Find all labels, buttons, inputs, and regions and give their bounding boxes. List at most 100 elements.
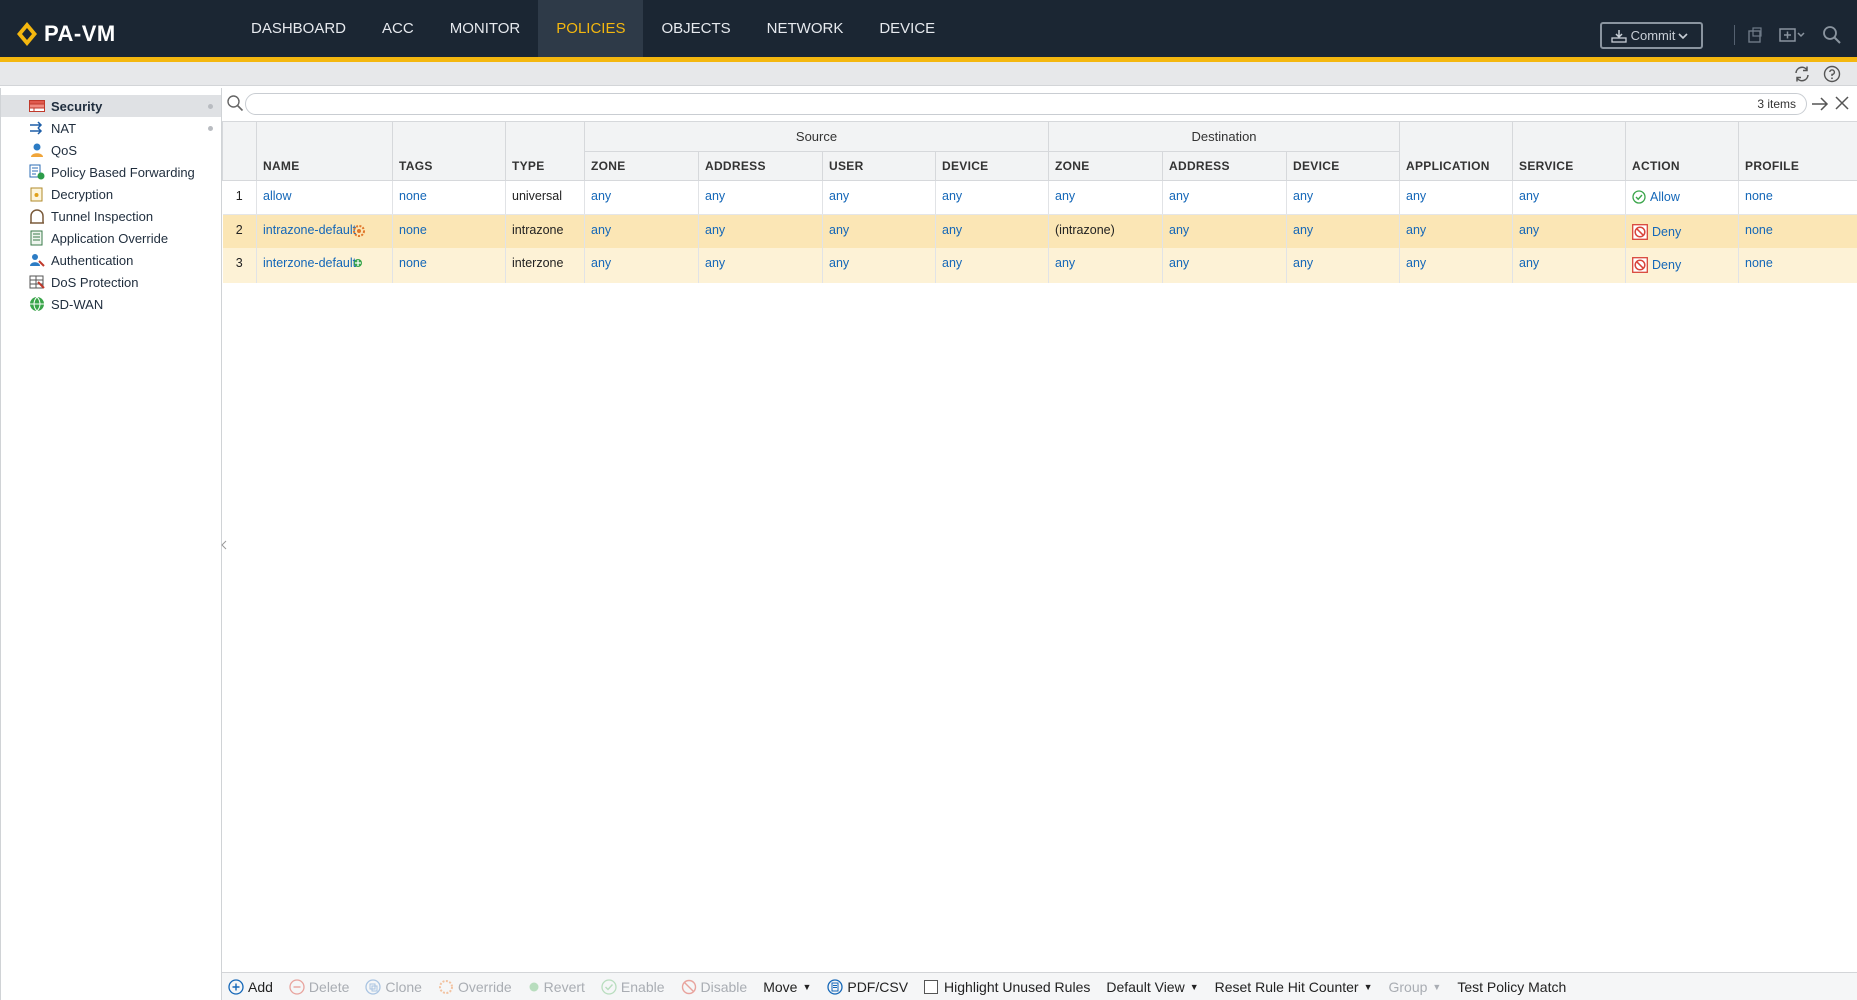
destination-device[interactable]: any [1293,223,1313,237]
default-view-dropdown[interactable]: Default View ▼ [1106,979,1198,995]
destination-address[interactable]: any [1169,189,1189,203]
sidebar-item-tunnel-inspection[interactable]: Tunnel Inspection [1,205,221,227]
application[interactable]: any [1406,189,1426,203]
add-button[interactable]: Add [228,979,273,995]
apply-filter-button[interactable] [1810,94,1830,117]
col-header-destination-device[interactable]: DEVICE [1286,151,1401,181]
rule-name-link[interactable]: intrazone-default [263,223,356,237]
rule-action[interactable]: Deny [1632,224,1681,240]
col-header-name[interactable]: NAME [256,121,393,181]
move-dropdown[interactable]: Move ▼ [763,979,811,995]
highlight-unused-checkbox[interactable] [924,979,939,994]
tab-device[interactable]: DEVICE [861,0,953,57]
app-logo[interactable]: PA-VM [16,20,116,48]
tab-acc[interactable]: ACC [364,0,432,57]
rule-profile[interactable]: none [1745,256,1773,270]
tab-network[interactable]: NETWORK [749,0,862,57]
tab-policies[interactable]: POLICIES [538,0,644,57]
service[interactable]: any [1519,189,1539,203]
revert-button[interactable]: Revert [528,979,585,995]
sidebar-item-authentication[interactable]: Authentication [1,249,221,271]
col-header-source-address[interactable]: ADDRESS [698,151,823,181]
destination-zone[interactable]: any [1055,189,1075,203]
sidebar-item-security[interactable]: Security [1,95,221,117]
override-button[interactable]: Override [438,979,512,995]
disable-button[interactable]: Disable [681,979,747,995]
table-row[interactable]: 3 interzone-default none interzone any a… [222,247,1857,283]
tab-monitor[interactable]: MONITOR [432,0,539,57]
tab-dashboard[interactable]: DASHBOARD [233,0,364,57]
source-zone[interactable]: any [591,189,611,203]
destination-address[interactable]: any [1169,256,1189,270]
pdf-csv-button[interactable]: PDF/CSV [827,979,908,995]
source-user[interactable]: any [829,223,849,237]
application[interactable]: any [1406,223,1426,237]
col-header-profile[interactable]: PROFILE [1738,121,1857,181]
sidebar-item-sdwan[interactable]: SD-WAN [1,293,221,315]
col-header-action[interactable]: ACTION [1625,121,1740,181]
commit-button[interactable]: Commit [1600,22,1703,49]
test-policy-match-button[interactable]: Test Policy Match [1457,979,1566,995]
source-user[interactable]: any [829,256,849,270]
rule-tags[interactable]: none [399,223,427,237]
col-header-source-user[interactable]: USER [822,151,936,181]
clear-filter-button[interactable] [1834,95,1850,114]
destination-device[interactable]: any [1293,189,1313,203]
rule-action[interactable]: Deny [1632,256,1681,273]
source-device[interactable]: any [942,189,962,203]
global-search-button[interactable] [1821,24,1843,46]
rule-filter-input[interactable]: 3 items [245,93,1807,115]
source-address[interactable]: any [705,223,725,237]
tasks-button[interactable] [1778,24,1808,46]
rule-action[interactable]: Allow [1632,190,1680,204]
reset-rule-hit-counter-dropdown[interactable]: Reset Rule Hit Counter ▼ [1215,979,1373,995]
application[interactable]: any [1406,256,1426,270]
col-header-destination-address[interactable]: ADDRESS [1162,151,1288,181]
source-device[interactable]: any [942,223,962,237]
source-zone[interactable]: any [591,223,611,237]
col-header-source-zone[interactable]: ZONE [584,151,699,181]
sidebar-item-dos-protection[interactable]: DoS Protection [1,271,221,293]
sidebar-item-qos[interactable]: QoS [1,139,221,161]
sdwan-icon [29,296,45,312]
source-address[interactable]: any [705,256,725,270]
table-row[interactable]: 1 allow none universal any any any any a… [222,180,1857,215]
sidebar-item-nat[interactable]: NAT [1,117,221,139]
sidebar-collapse-handle[interactable] [221,530,227,560]
destination-address[interactable]: any [1169,223,1189,237]
col-header-destination-zone[interactable]: ZONE [1048,151,1164,181]
col-header-source-device[interactable]: DEVICE [934,151,1050,181]
col-header-type[interactable]: TYPE [505,121,585,181]
rule-tags[interactable]: none [399,189,427,203]
rule-name-link[interactable]: interzone-default [263,256,356,270]
source-address[interactable]: any [705,189,725,203]
delete-button[interactable]: Delete [289,979,349,995]
col-header-application[interactable]: APPLICATION [1399,121,1514,181]
col-header-tags[interactable]: TAGS [392,121,506,181]
service[interactable]: any [1519,223,1539,237]
table-row[interactable]: 2 intrazone-default none intrazone any a… [222,214,1857,248]
sidebar-item-pbf[interactable]: Policy Based Forwarding [1,161,221,183]
group-dropdown[interactable]: Group ▼ [1389,979,1442,995]
sidebar-item-decryption[interactable]: Decryption [1,183,221,205]
col-header-service[interactable]: SERVICE [1512,121,1627,181]
destination-zone[interactable]: any [1055,256,1075,270]
service[interactable]: any [1519,256,1539,270]
rule-name-link[interactable]: allow [263,189,292,203]
tab-objects[interactable]: OBJECTS [643,0,748,57]
rule-profile[interactable]: none [1745,189,1773,203]
source-zone[interactable]: any [591,256,611,270]
destination-device[interactable]: any [1293,256,1313,270]
sidebar-item-application-override[interactable]: Application Override [1,227,221,249]
source-user[interactable]: any [829,189,849,203]
export-icon [827,978,844,995]
rule-tags[interactable]: none [399,256,427,270]
clone-button[interactable]: Clone [365,979,422,995]
refresh-button[interactable] [1792,64,1812,84]
highlight-unused-rules-toggle[interactable]: Highlight Unused Rules [924,979,1090,995]
config-lock-button[interactable] [1744,24,1766,46]
enable-button[interactable]: Enable [601,979,665,995]
source-device[interactable]: any [942,256,962,270]
rule-profile[interactable]: none [1745,223,1773,237]
help-button[interactable] [1822,64,1842,84]
